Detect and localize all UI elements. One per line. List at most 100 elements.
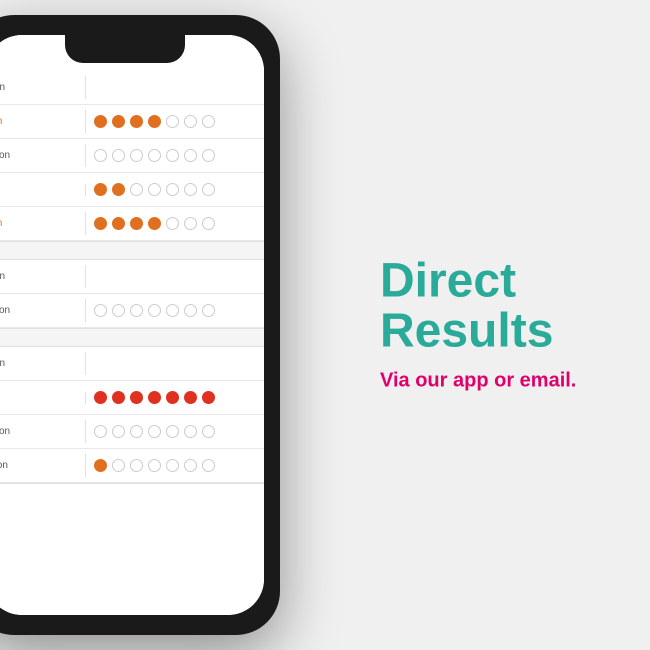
dot-empty [130,425,143,438]
dots-container [86,109,223,134]
screen-content: on m [0,35,264,615]
dot-empty [166,115,179,128]
row-label: m [0,110,86,133]
dot-empty [166,149,179,162]
row-label [0,184,86,196]
table-section-1: on m [0,71,264,242]
dot-empty [166,425,179,438]
dot-empty [148,304,161,317]
dot-empty [166,183,179,196]
phone-mockup: on m [0,15,280,635]
dot-empty [202,459,215,472]
dot-empty [166,217,179,230]
dot-empty [202,304,215,317]
phone-notch [65,35,185,63]
dot-empty [184,425,197,438]
dot-empty [94,425,107,438]
dot-empty [112,425,125,438]
dot-filled [94,183,107,196]
row-label: tion [0,299,86,322]
dot-empty [166,459,179,472]
heading-results: Results [380,307,620,357]
dot-empty [202,115,215,128]
dot-empty [130,459,143,472]
row-label: m [0,212,86,235]
dot-empty [148,183,161,196]
dot-empty [130,304,143,317]
row-label: on [0,265,86,288]
dot-empty [130,183,143,196]
dot-empty [184,217,197,230]
dot-filled [94,217,107,230]
row-label: ton [0,454,86,477]
table-row: tion [0,294,264,328]
table-row: on [0,71,264,105]
dot-empty [130,149,143,162]
dot-filled [94,459,107,472]
dot-empty [148,459,161,472]
dot-filled [112,217,125,230]
dot-empty [94,304,107,317]
dot-empty [202,183,215,196]
dot-filled [94,115,107,128]
dots-container [86,143,223,168]
dots-container [86,177,223,202]
table-row: tion [0,415,264,449]
section-gap [0,242,264,260]
row-label: tion [0,420,86,443]
dot-filled [166,391,179,404]
dot-empty [184,149,197,162]
dot-empty [202,217,215,230]
dot-empty [112,304,125,317]
row-label: tion [0,144,86,167]
row-label: on [0,352,86,375]
dot-empty [184,183,197,196]
section-gap [0,329,264,347]
dot-empty [202,425,215,438]
heading-direct: Direct [380,257,620,307]
dot-empty [184,115,197,128]
row-label: on [0,76,86,99]
dot-filled [148,217,161,230]
dot-filled [130,391,143,404]
dot-filled [148,391,161,404]
dots-container [86,358,102,370]
dot-filled [202,391,215,404]
table-row: tion [0,139,264,173]
dots-container [86,419,223,444]
table-row: m [0,207,264,241]
dot-empty [202,149,215,162]
dots-container [86,82,102,94]
table-row [0,173,264,207]
table-row: ton [0,449,264,483]
table-row: on [0,347,264,381]
row-label [0,392,86,404]
dot-filled [112,115,125,128]
subheading: Via our app or email. [380,367,620,393]
dot-filled [130,115,143,128]
phone-screen: on m [0,35,264,615]
dot-empty [112,459,125,472]
dot-empty [184,459,197,472]
right-content: Direct Results Via our app or email. [340,257,620,394]
dot-empty [148,149,161,162]
dot-empty [112,149,125,162]
table-row: m [0,105,264,139]
table-section-2: on tion [0,260,264,329]
table-section-3: on [0,347,264,484]
dots-container [86,271,102,283]
dot-empty [94,149,107,162]
dots-container [86,453,223,478]
dot-filled [130,217,143,230]
dots-container [86,211,223,236]
dots-container [86,298,223,323]
dot-filled [94,391,107,404]
table-row [0,381,264,415]
dot-filled [184,391,197,404]
dot-filled [112,391,125,404]
dot-empty [166,304,179,317]
dots-container [86,385,223,410]
dot-filled [112,183,125,196]
dot-empty [148,425,161,438]
dot-empty [184,304,197,317]
